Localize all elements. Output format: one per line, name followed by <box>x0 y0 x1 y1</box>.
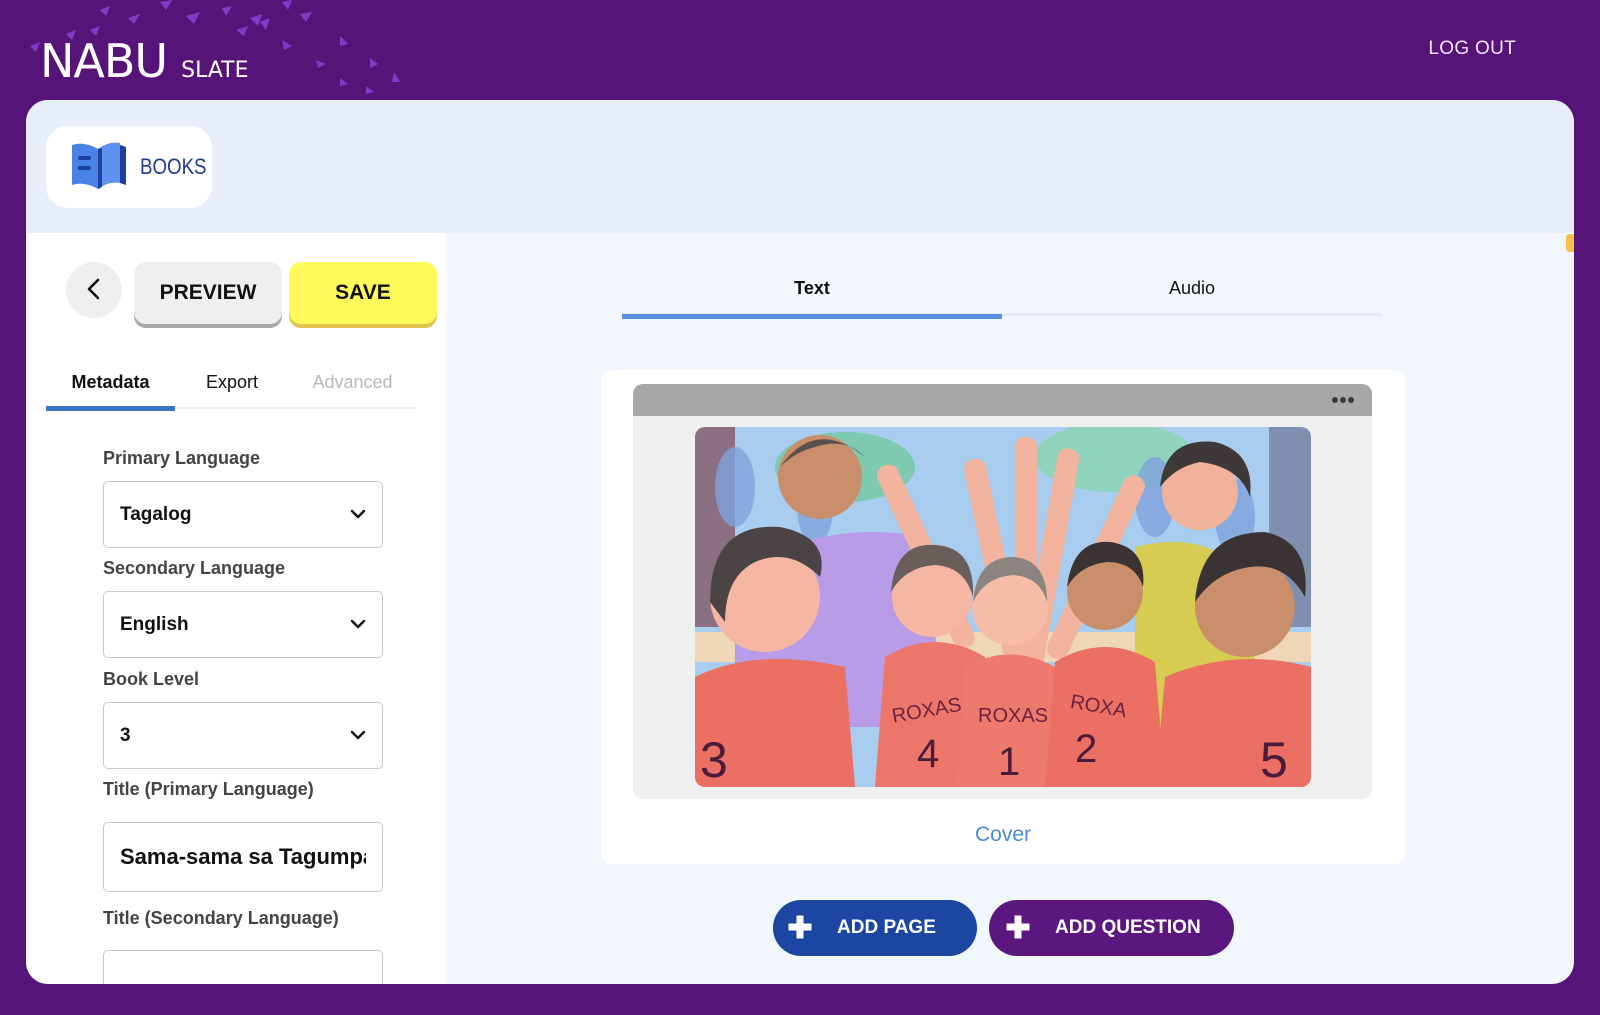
secondary-language-select[interactable]: English <box>103 591 383 658</box>
svg-text:5: 5 <box>1260 732 1288 787</box>
back-button[interactable] <box>66 262 122 318</box>
books-section-badge[interactable]: BOOKS <box>46 126 212 208</box>
svg-text:3: 3 <box>700 732 728 787</box>
top-bar: NABU SLATE LOG OUT <box>0 0 1600 100</box>
plus-icon <box>787 914 813 943</box>
book-level-value: 3 <box>120 724 131 746</box>
primary-language-value: Tagalog <box>120 503 192 525</box>
more-horizontal-icon[interactable] <box>1328 388 1358 412</box>
logo-main: NABU <box>40 34 168 88</box>
tab-audio[interactable]: Audio <box>1002 260 1382 316</box>
scrollbar-handle[interactable] <box>1566 234 1574 252</box>
add-question-label: ADD QUESTION <box>1055 917 1201 938</box>
tab-text[interactable]: Text <box>622 260 1002 319</box>
title-secondary-label: Title (Secondary Language) <box>103 908 339 928</box>
svg-text:1: 1 <box>998 740 1020 784</box>
metadata-panel: PREVIEW SAVE Metadata Export Advanced Pr… <box>26 233 446 984</box>
add-page-label: ADD PAGE <box>837 917 936 938</box>
preview-button[interactable]: PREVIEW <box>134 262 282 324</box>
add-page-button[interactable]: ADD PAGE <box>773 900 977 956</box>
logout-button[interactable]: LOG OUT <box>1428 38 1516 60</box>
primary-language-label: Primary Language <box>103 448 261 468</box>
svg-text:ROXAS: ROXAS <box>978 705 1048 727</box>
page-frame: ROXAS 4 ROXAS 1 ROXA 2 3 5 <box>633 384 1372 799</box>
primary-language-select[interactable]: Tagalog <box>103 481 383 548</box>
chevron-left-icon <box>85 277 103 304</box>
page-frame-header <box>633 384 1372 416</box>
secondary-language-label: Secondary Language <box>103 558 286 578</box>
save-button[interactable]: SAVE <box>289 262 437 324</box>
panel-tabs: Metadata Export Advanced <box>46 355 416 411</box>
page-caption-cover[interactable]: Cover <box>601 823 1405 847</box>
open-book-icon <box>68 139 128 196</box>
title-primary-label: Title (Primary Language) <box>103 779 314 799</box>
section-header: BOOKS <box>26 100 1574 233</box>
logo-sub: SLATE <box>181 58 249 83</box>
secondary-language-value: English <box>120 613 189 635</box>
main-card: BOOKS PREVIEW SAVE Metadata Export Advan… <box>26 100 1574 984</box>
svg-text:2: 2 <box>1075 727 1097 771</box>
chevron-down-icon <box>350 616 366 634</box>
add-question-button[interactable]: ADD QUESTION <box>989 900 1234 956</box>
tab-metadata[interactable]: Metadata <box>46 355 175 411</box>
tab-export[interactable]: Export <box>175 355 289 409</box>
title-primary-input[interactable] <box>103 822 383 892</box>
title-secondary-input[interactable] <box>103 950 383 984</box>
editor-tabs: Text Audio <box>622 260 1382 319</box>
cover-illustration: ROXAS 4 ROXAS 1 ROXA 2 3 5 <box>695 427 1311 787</box>
chevron-down-icon <box>350 727 366 745</box>
svg-text:4: 4 <box>917 732 939 776</box>
page-card[interactable]: ROXAS 4 ROXAS 1 ROXA 2 3 5 Cover <box>601 370 1405 864</box>
book-level-label: Book Level <box>103 669 200 689</box>
tab-advanced[interactable]: Advanced <box>289 355 416 409</box>
books-label: BOOKS <box>140 154 207 179</box>
chevron-down-icon <box>350 506 366 524</box>
plus-icon <box>1005 914 1031 943</box>
app-logo: NABU SLATE <box>40 38 249 84</box>
book-level-select[interactable]: 3 <box>103 702 383 769</box>
